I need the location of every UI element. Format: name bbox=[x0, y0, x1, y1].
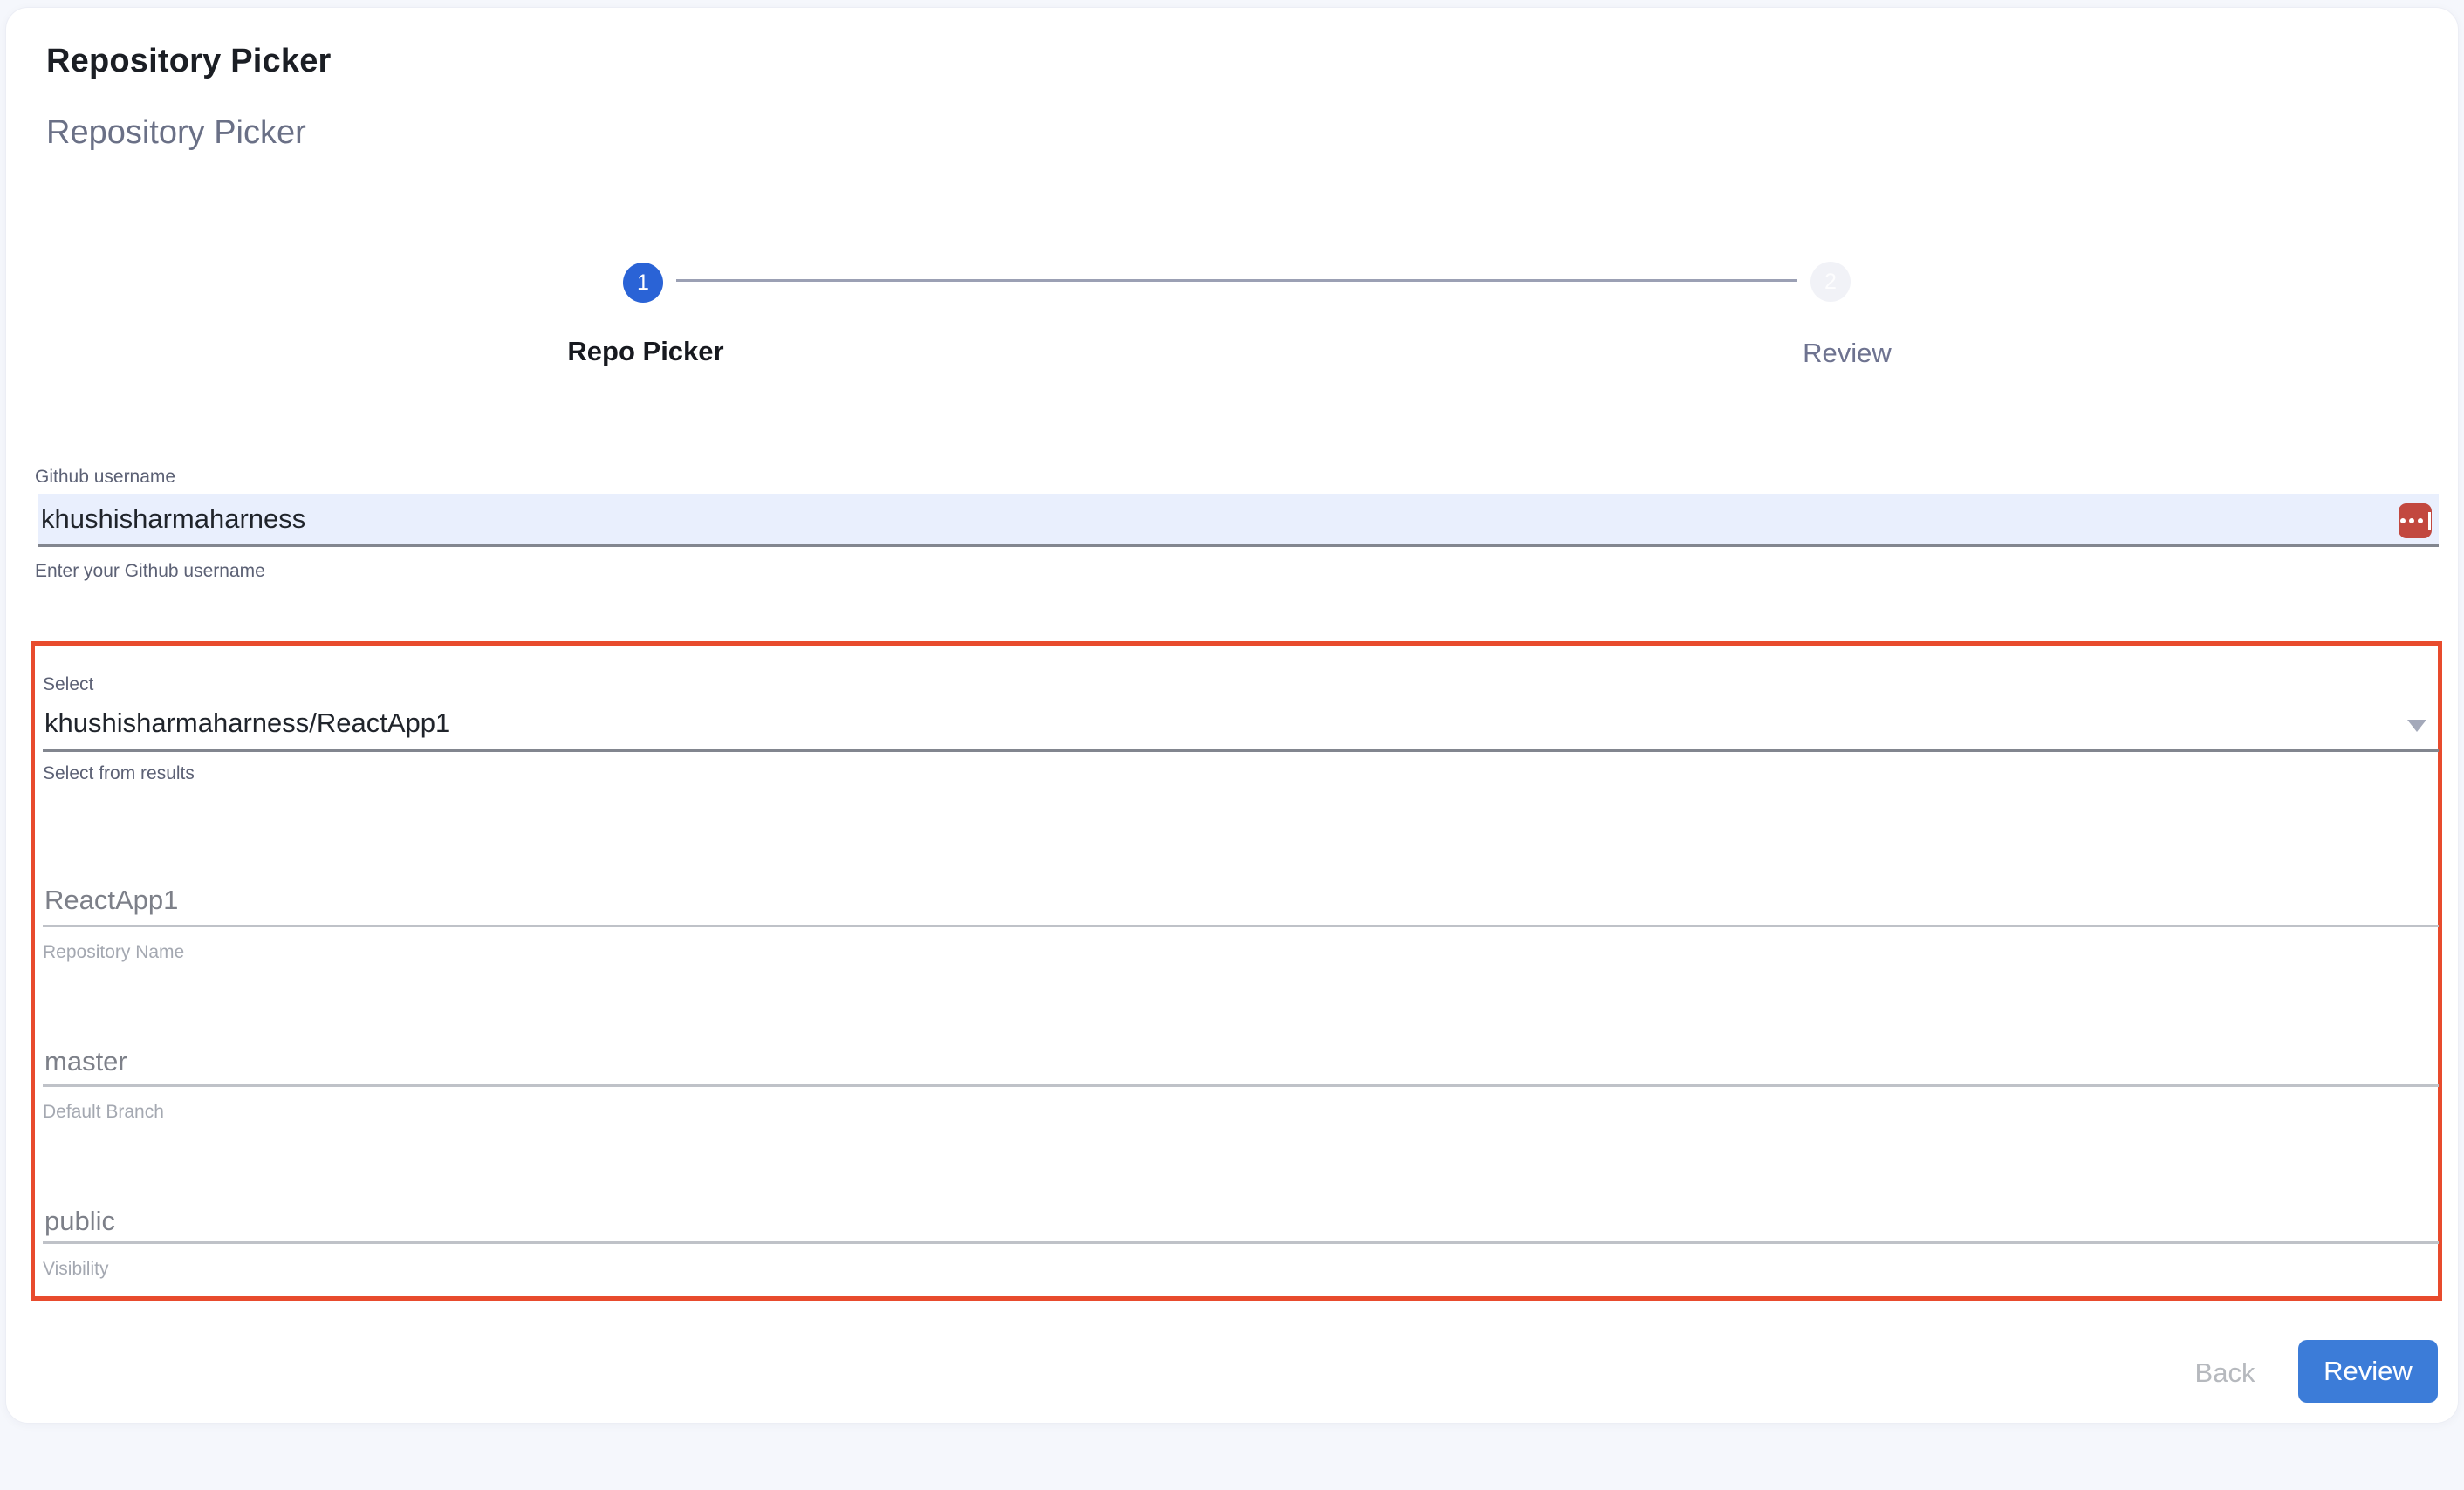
repository-name-value: ReactApp1 bbox=[44, 885, 178, 916]
page-title: Repository Picker bbox=[46, 43, 332, 80]
github-username-helper: Enter your Github username bbox=[35, 561, 265, 582]
step-1-circle[interactable]: 1 bbox=[623, 263, 663, 303]
lastpass-autofill-icon[interactable] bbox=[2399, 503, 2432, 538]
step-2-circle[interactable]: 2 bbox=[1810, 262, 1851, 302]
lastpass-dot bbox=[2418, 518, 2423, 523]
step-1-number: 1 bbox=[637, 270, 649, 296]
repo-select-underline bbox=[43, 749, 2439, 752]
repository-picker-card: Repository Picker Repository Picker 1 2 … bbox=[5, 7, 2459, 1424]
page-subtitle: Repository Picker bbox=[46, 114, 306, 152]
github-username-input[interactable] bbox=[38, 494, 2439, 544]
default-branch-underline bbox=[43, 1084, 2439, 1087]
lastpass-dot bbox=[2400, 518, 2406, 523]
visibility-label: Visibility bbox=[43, 1259, 108, 1280]
step-1-label: Repo Picker bbox=[567, 336, 723, 367]
repository-name-underline bbox=[43, 925, 2439, 927]
visibility-underline bbox=[43, 1241, 2439, 1244]
repo-select-helper: Select from results bbox=[43, 763, 195, 784]
step-2-number: 2 bbox=[1824, 270, 1837, 295]
visibility-value: public bbox=[44, 1206, 115, 1237]
github-username-field bbox=[38, 494, 2439, 547]
stepper-connector-line bbox=[676, 279, 1797, 282]
default-branch-label: Default Branch bbox=[43, 1102, 164, 1123]
lastpass-bar bbox=[2428, 512, 2431, 530]
highlight-outline-box bbox=[31, 641, 2442, 1301]
lastpass-dot bbox=[2409, 518, 2414, 523]
repository-name-label: Repository Name bbox=[43, 942, 184, 963]
github-username-label: Github username bbox=[35, 467, 175, 488]
review-button[interactable]: Review bbox=[2298, 1340, 2438, 1403]
repo-select-label: Select bbox=[43, 674, 93, 695]
chevron-down-icon[interactable] bbox=[2407, 720, 2426, 732]
back-button[interactable]: Back bbox=[2159, 1351, 2290, 1395]
step-2-label: Review bbox=[1803, 338, 1892, 369]
repo-select-dropdown[interactable]: khushisharmaharness/ReactApp1 bbox=[44, 707, 450, 739]
default-branch-value: master bbox=[44, 1046, 127, 1077]
